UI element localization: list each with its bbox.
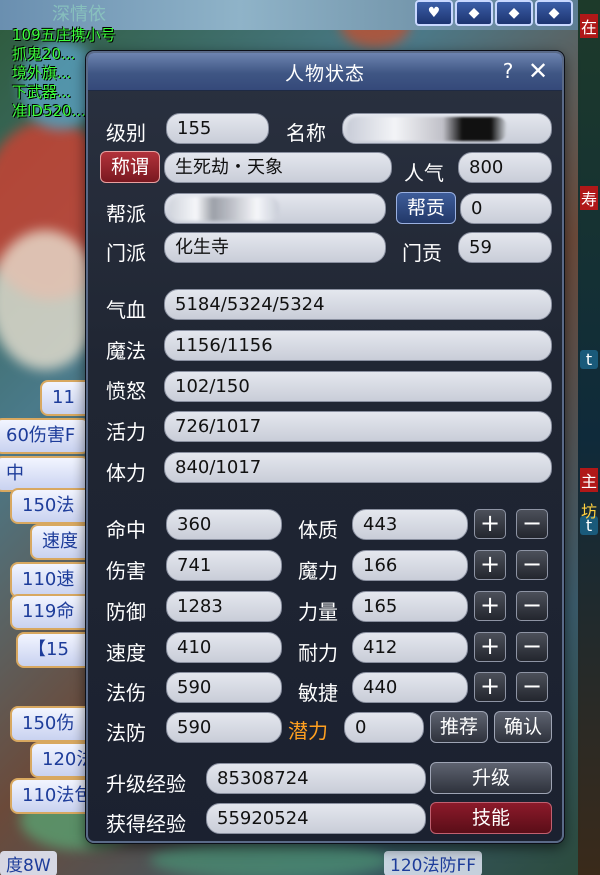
popularity-field: 800 [458, 152, 552, 183]
contribution-field: 0 [460, 193, 552, 224]
name-field [342, 113, 552, 144]
bottom-left-label: 度8W [0, 851, 57, 875]
sidebar-glyph[interactable]: 寿 [580, 186, 598, 210]
character-status-window: 人物状态 ? ✕ 级别 155 名称 称谓 生死劫・天象 人气 800 帮派 帮… [86, 51, 564, 843]
heart-icon[interactable]: ♥ [415, 0, 453, 26]
help-button[interactable]: ? [496, 59, 520, 83]
potential-label: 潜力 [288, 719, 328, 743]
vital-label: 体力 [106, 461, 146, 485]
vital-field: 726/1017 [164, 411, 552, 442]
gained-exp-field: 55920524 [206, 803, 426, 834]
scene-blob [0, 230, 100, 370]
gem-icon[interactable]: ◆ [455, 0, 493, 26]
close-button[interactable]: ✕ [526, 59, 550, 83]
vital-field: 102/150 [164, 371, 552, 402]
window-title: 人物状态 [284, 63, 365, 85]
window-titlebar[interactable]: 人物状态 ? ✕ [88, 53, 562, 91]
gem-icon[interactable]: ◆ [535, 0, 573, 26]
list-item[interactable]: 【15 [16, 632, 96, 668]
list-item[interactable]: 110法包 [10, 778, 96, 814]
sidebar-glyph[interactable]: 在 [580, 14, 598, 38]
stat-label: 伤害 [106, 559, 146, 583]
top-ghost-text: 深情依 [52, 4, 106, 25]
list-item[interactable]: 110速 [10, 562, 96, 598]
attribute-label: 体质 [298, 518, 338, 542]
popularity-label: 人气 [404, 161, 444, 185]
scene-blob [150, 840, 390, 875]
minus-button[interactable]: − [516, 550, 548, 580]
vital-label: 魔法 [106, 339, 146, 363]
skills-button[interactable]: 技能 [430, 802, 552, 834]
plus-button[interactable]: + [474, 509, 506, 539]
plus-button[interactable]: + [474, 550, 506, 580]
minus-button[interactable]: − [516, 632, 548, 662]
list-item[interactable]: 150伤 [10, 706, 96, 742]
attribute-field: 443 [352, 509, 468, 540]
upgrade-button[interactable]: 升级 [430, 762, 552, 794]
minus-button[interactable]: − [516, 591, 548, 621]
attribute-label: 魔力 [298, 559, 338, 583]
potential-field: 0 [344, 712, 424, 743]
vital-field: 840/1017 [164, 452, 552, 483]
sidebar-glyph[interactable]: 坊 [580, 498, 598, 522]
attribute-field: 440 [352, 672, 468, 703]
sect-field: 化生寺 [164, 232, 386, 263]
plus-button[interactable]: + [474, 632, 506, 662]
contribution-button[interactable]: 帮贡 [396, 192, 456, 224]
name-label: 名称 [286, 121, 326, 145]
stat-field: 741 [166, 550, 282, 581]
recommend-button[interactable]: 推荐 [430, 711, 488, 743]
vital-label: 愤怒 [106, 379, 146, 403]
vital-label: 活力 [106, 420, 146, 444]
stat-field: 1283 [166, 591, 282, 622]
upgrade-exp-label: 升级经验 [106, 772, 186, 796]
list-item[interactable]: 中 [0, 456, 90, 492]
plus-button[interactable]: + [474, 672, 506, 702]
stat-label: 法伤 [106, 681, 146, 705]
minus-button[interactable]: − [516, 509, 548, 539]
right-sidebar: 在 寿 t t 主 坊 [578, 0, 600, 875]
stat-field: 410 [166, 632, 282, 663]
chat-line: 109五庄携小号 [12, 26, 116, 44]
vital-label: 气血 [106, 298, 146, 322]
name-redaction [347, 117, 507, 141]
upgrade-exp-field: 85308724 [206, 763, 426, 794]
sect-contribution-label: 门贡 [402, 241, 442, 265]
attribute-label: 力量 [298, 600, 338, 624]
sect-contribution-field: 59 [458, 232, 552, 263]
sect-label: 门派 [106, 241, 146, 265]
gang-field [164, 193, 386, 224]
title-field: 生死劫・天象 [164, 152, 392, 183]
sidebar-glyph[interactable]: 主 [580, 468, 598, 492]
magic-defense-label: 法防 [106, 721, 146, 745]
bottom-right-label: 120法防FF [384, 851, 483, 875]
list-item[interactable]: 60伤害F [0, 418, 90, 454]
list-item[interactable]: 119命 [10, 594, 96, 630]
stat-label: 命中 [106, 518, 146, 542]
stat-label: 速度 [106, 641, 146, 665]
attribute-field: 166 [352, 550, 468, 581]
stat-field: 590 [166, 672, 282, 703]
gem-icon[interactable]: ◆ [495, 0, 533, 26]
attribute-field: 165 [352, 591, 468, 622]
level-label: 级别 [106, 121, 146, 145]
attribute-label: 耐力 [298, 641, 338, 665]
stat-field: 360 [166, 509, 282, 540]
vital-field: 5184/5324/5324 [164, 289, 552, 320]
magic-defense-field: 590 [166, 712, 282, 743]
level-field: 155 [166, 113, 269, 144]
gang-label: 帮派 [106, 202, 146, 226]
gang-redaction [169, 197, 279, 221]
list-item[interactable]: 150法 [10, 488, 96, 524]
plus-button[interactable]: + [474, 591, 506, 621]
minus-button[interactable]: − [516, 672, 548, 702]
attribute-field: 412 [352, 632, 468, 663]
confirm-button[interactable]: 确认 [494, 711, 552, 743]
vital-field: 1156/1156 [164, 330, 552, 361]
stat-label: 防御 [106, 600, 146, 624]
title-button[interactable]: 称谓 [100, 151, 160, 183]
gained-exp-label: 获得经验 [106, 812, 186, 836]
attribute-label: 敏捷 [298, 681, 338, 705]
sidebar-glyph[interactable]: t [580, 350, 598, 369]
